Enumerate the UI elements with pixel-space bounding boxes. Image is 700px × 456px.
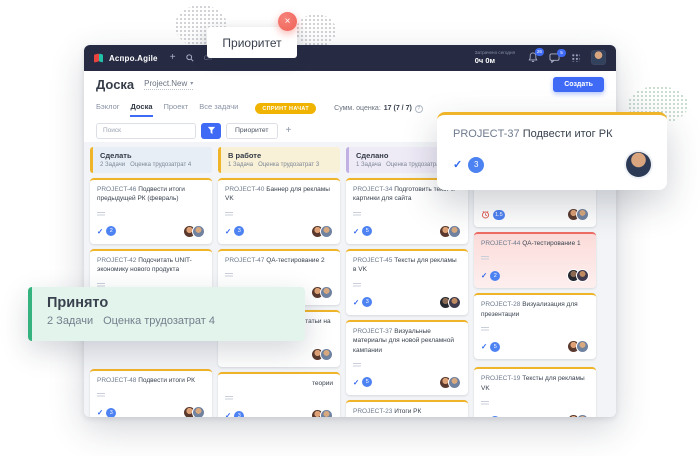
column-header[interactable]: Сделать 2 ЗадачиОценка трудозатрат 4 <box>90 147 212 173</box>
search-icon[interactable] <box>186 54 194 62</box>
description-icon <box>225 212 233 217</box>
project-selector[interactable]: Project.New ▾ <box>144 79 193 90</box>
top-navbar: Аспро.Agile + Сп Затрачено сегодня 0ч 0м… <box>84 45 616 71</box>
priority-tooltip: Приоритет <box>207 27 297 58</box>
description-icon <box>481 256 489 261</box>
description-icon <box>97 393 105 398</box>
column-header[interactable]: В работе 1 ЗадачаОценка трудозатрат 3 <box>218 147 340 173</box>
app-window: Аспро.Agile + Сп Затрачено сегодня 0ч 0м… <box>84 45 616 417</box>
page-header: Доска Project.New ▾ Создать <box>84 71 616 98</box>
estimate-badge: 3 <box>362 297 372 307</box>
description-icon <box>353 212 361 217</box>
estimate-badge: 5 <box>362 226 372 236</box>
close-icon[interactable]: × <box>278 12 297 31</box>
description-icon <box>97 212 105 217</box>
deadline-icon <box>481 210 490 219</box>
avatar <box>576 269 589 282</box>
check-icon: ✓ <box>453 158 462 171</box>
avatar <box>448 376 461 389</box>
tab-all-tasks[interactable]: Все задачи <box>199 102 238 115</box>
messages-badge: 5 <box>557 49 566 57</box>
check-icon: ✓ <box>225 411 231 417</box>
info-icon[interactable]: ? <box>415 105 423 113</box>
task-card[interactable]: PROJECT-45 Тексты для рекламы в VK ✓3 <box>346 249 468 315</box>
notifications-bell-icon[interactable]: 26 <box>528 52 538 63</box>
check-icon: ✓ <box>481 271 487 280</box>
check-icon: ✓ <box>353 227 359 236</box>
messages-icon[interactable]: 5 <box>549 53 560 63</box>
page-title: Доска <box>96 77 134 92</box>
app-logo-icon <box>94 53 104 63</box>
add-task-icon[interactable]: + <box>170 53 176 63</box>
funnel-icon <box>207 126 216 135</box>
avatar <box>320 348 333 361</box>
column-in-progress: В работе 1 ЗадачаОценка трудозатрат 3 PR… <box>218 147 340 412</box>
estimate-badge: 3 <box>234 411 244 417</box>
avatar <box>448 296 461 309</box>
task-card[interactable]: PROJECT-40 Баннер для рекламы VK ✓3 <box>218 178 340 244</box>
description-icon <box>481 327 489 332</box>
sprint-summary: Сумм. оценка: 17 (7 / 7) ? <box>334 105 423 113</box>
search-input[interactable] <box>96 123 196 139</box>
tab-backlog[interactable]: Бэклог <box>96 102 119 115</box>
sprint-status-badge: СПРИНТ НАЧАТ <box>255 103 316 114</box>
task-card[interactable]: PROJECT-46 Подвести итоги предыдущей РК … <box>90 178 212 244</box>
avatar <box>320 286 333 299</box>
estimate-badge: 5 <box>490 416 500 417</box>
bell-badge: 26 <box>535 48 544 56</box>
task-card[interactable]: PROJECT-28 Визуализация для презентации … <box>474 293 596 359</box>
create-button[interactable]: Создать <box>553 77 604 92</box>
chevron-down-icon: ▾ <box>190 80 193 87</box>
app-name: Аспро.Agile <box>109 54 158 63</box>
task-card[interactable]: PROJECT-44 QA-тестирование 1 ✓2 <box>474 232 596 288</box>
avatar <box>320 409 333 417</box>
tab-project[interactable]: Проект <box>164 102 189 115</box>
avatar <box>626 152 651 177</box>
avatar <box>448 225 461 238</box>
column-todo: Сделать 2 ЗадачиОценка трудозатрат 4 PRO… <box>90 147 212 412</box>
check-icon: ✓ <box>353 378 359 387</box>
check-icon: ✓ <box>225 227 231 236</box>
estimate-badge: 2 <box>490 271 500 281</box>
estimate-badge: 3 <box>468 157 484 173</box>
priority-filter-chip[interactable]: Приоритет <box>226 123 278 139</box>
description-icon <box>353 363 361 368</box>
time-tracker[interactable]: Затрачено сегодня 0ч 0м <box>475 50 515 65</box>
description-icon <box>353 283 361 288</box>
user-avatar[interactable] <box>591 50 606 65</box>
avatar <box>192 225 205 238</box>
estimate-badge: 3 <box>234 226 244 236</box>
estimate-badge: 5 <box>362 377 372 387</box>
add-filter-button[interactable]: + <box>283 125 295 136</box>
task-card[interactable]: PROJECT-23 Итоги РК ✓5 <box>346 400 468 417</box>
check-icon: ✓ <box>353 298 359 307</box>
avatar <box>576 340 589 353</box>
check-icon: ✓ <box>97 227 103 236</box>
apps-grid-icon[interactable] <box>571 53 580 62</box>
description-icon <box>225 396 233 401</box>
zoomed-task-card[interactable]: PROJECT-37 Подвести итог РК ✓ 3 <box>437 112 667 190</box>
estimate-badge: 3 <box>106 408 116 417</box>
task-card[interactable]: теории ✓3 <box>218 372 340 417</box>
avatar <box>576 414 589 417</box>
check-icon: ✓ <box>97 408 103 417</box>
description-icon <box>481 401 489 406</box>
task-card[interactable]: PROJECT-48 Подвести итоги РК ✓3 <box>90 369 212 417</box>
estimate-badge: 5 <box>490 342 500 352</box>
accepted-column-header-overlay: Принято 2 ЗадачиОценка трудозатрат 4 <box>28 287 305 341</box>
check-icon: ✓ <box>481 342 487 351</box>
description-icon <box>225 273 233 278</box>
check-icon: ✓ <box>481 416 487 417</box>
avatar <box>576 208 589 221</box>
task-card[interactable]: PROJECT-37 Визуальные материалы для ново… <box>346 320 468 395</box>
avatar <box>320 225 333 238</box>
tab-board[interactable]: Доска <box>130 102 152 117</box>
task-card[interactable]: PROJECT-19 Тексты для рекламы VK ✓5 <box>474 367 596 417</box>
estimate-badge: 1.5 <box>493 210 505 220</box>
estimate-badge: 2 <box>106 226 116 236</box>
decor-dots <box>296 14 336 48</box>
filter-button[interactable] <box>201 123 221 139</box>
avatar <box>192 406 205 417</box>
